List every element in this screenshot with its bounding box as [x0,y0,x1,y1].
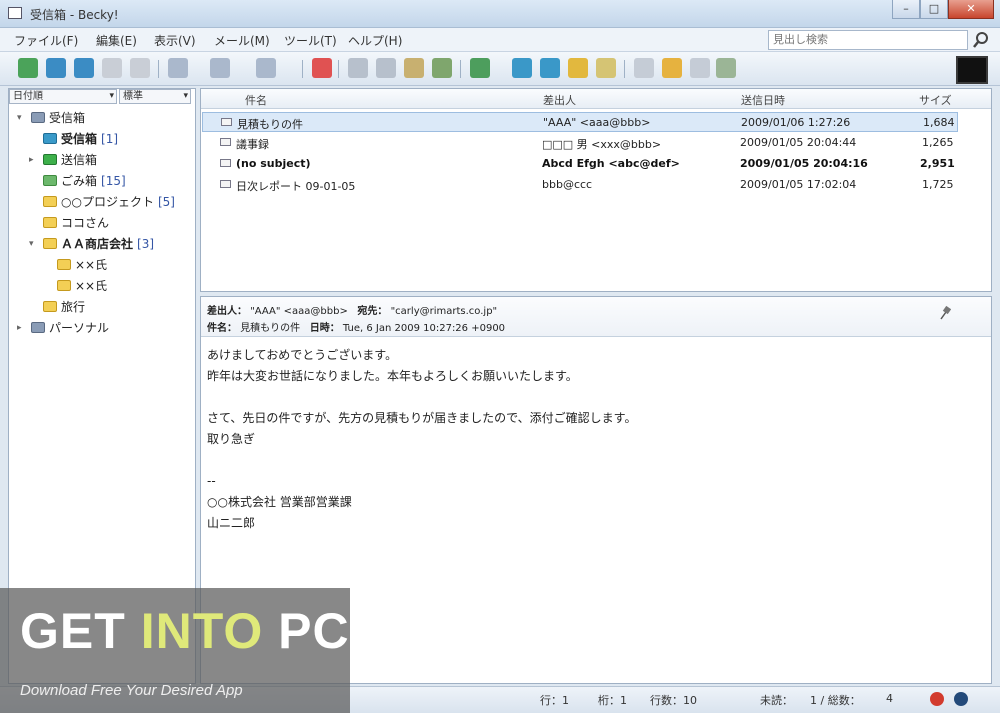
filter-icon[interactable] [432,58,452,78]
folder-icon [57,259,71,270]
watermark-subtitle: Download Free Your Desired App [20,682,243,699]
online-icon[interactable] [954,692,968,706]
send-icon[interactable] [74,58,94,78]
plugin-icon[interactable] [716,58,736,78]
reply-icon[interactable] [168,58,188,78]
status-line: 行：1 [540,694,569,707]
trash-icon [43,175,57,186]
watermark-title: GET INTO PC [20,603,350,659]
minimize-button[interactable]: – [892,0,920,19]
folder-root-mailbox[interactable]: ▾ 受信箱 [17,109,85,126]
envelope-icon [220,180,231,188]
status-col: 桁：1 [598,694,627,707]
calendar-icon[interactable] [690,58,710,78]
list-header: 件名 差出人 送信日時 サイズ [201,89,991,109]
list-view-icon[interactable] [634,58,654,78]
print-icon[interactable] [102,58,122,78]
alert-icon[interactable] [930,692,944,706]
menu-tools[interactable]: ツール(T) [284,32,337,49]
folder-inbox[interactable]: 受信箱 [1] [29,130,118,147]
app-icon [8,7,22,19]
window-controls: – □ ✕ [892,0,994,20]
address-book-icon[interactable] [512,58,532,78]
delete-icon[interactable] [312,58,332,78]
check-mail-icon[interactable] [18,58,38,78]
folder-icon [43,196,57,207]
col-size[interactable]: サイズ [919,92,952,108]
folder-outbox[interactable]: ▸ 送信箱 [29,151,97,168]
search-input[interactable]: 見出し検索 [768,30,968,50]
inbox-icon [43,133,57,144]
menu-help[interactable]: ヘルプ(H) [348,32,402,49]
folder-travel[interactable]: 旅行 [29,298,85,315]
app-logo-icon [956,56,988,84]
close-button[interactable]: ✕ [948,0,994,19]
status-lines: 行数：10 [650,694,697,707]
folder-company[interactable]: ▾ ＡＡ商店会社 [3] [29,235,154,252]
status-total: 4 [886,692,893,705]
envelope-icon [221,118,232,126]
folder-icon [43,301,57,312]
search-icon[interactable] [972,31,990,49]
table-row[interactable]: (no subject) Abcd Efgh <abc@def> 2009/01… [202,154,958,174]
watermark: GET INTO PC Download Free Your Desired A… [0,588,350,713]
header-subject-line: 件名： 見積もりの件 日時： Tue, 6 Jan 2009 10:27:26 … [207,323,506,334]
folder-sub-1[interactable]: ××氏 [43,256,107,273]
toolbar [0,52,1000,86]
menu-mail[interactable]: メール(M) [214,32,270,49]
status-unread-total: 1 / 総数： [810,694,861,707]
folder-icon [43,238,57,249]
title-bar: 受信箱 - Becky! – □ ✕ [0,0,1000,28]
menu-edit[interactable]: 編集(E) [96,32,137,49]
window-title: 受信箱 - Becky! [30,8,119,22]
reply-all-icon[interactable] [210,58,230,78]
mailbox-icon [31,112,45,123]
message-list: 件名 差出人 送信日時 サイズ 見積もりの件 "AAA" <aaa@bbb> 2… [200,88,992,292]
message-header: 差出人： "AAA" <aaa@bbb> 宛先： "carly@rimarts.… [201,297,991,337]
forward-icon[interactable] [256,58,276,78]
template-icon[interactable] [596,58,616,78]
menu-file[interactable]: ファイル(F) [14,32,78,49]
folder-trash[interactable]: ごみ箱 [15] [29,172,126,189]
group-icon[interactable] [540,58,560,78]
folder-icon [57,280,71,291]
folder-sub-2[interactable]: ××氏 [43,277,107,294]
maximize-button[interactable]: □ [920,0,948,19]
folder-icon [43,217,57,228]
col-subject[interactable]: 件名 [245,92,267,108]
folder-project[interactable]: ○○プロジェクト [5] [29,193,175,210]
col-date[interactable]: 送信日時 [741,92,785,108]
status-unread-label: 未読： [760,694,793,707]
folder-view-icon[interactable] [662,58,682,78]
menu-view[interactable]: 表示(V) [154,32,196,49]
save-icon[interactable] [130,58,150,78]
folder-selectors: 日付順 標準 [9,89,195,105]
copy-icon[interactable] [348,58,368,78]
envelope-icon [220,159,231,167]
col-from[interactable]: 差出人 [543,92,576,108]
folder-personal[interactable]: ▸ パーソナル [17,319,109,336]
header-from-line: 差出人： "AAA" <aaa@bbb> 宛先： "carly@rimarts.… [207,306,498,317]
folder-koko[interactable]: ココさん [29,214,109,231]
move-icon[interactable] [376,58,396,78]
envelope-icon [220,138,231,146]
message-body: あけましておめでとうございます。 昨年は大変お世話になりました。本年もよろしくお… [207,348,637,530]
pin-icon[interactable] [939,305,951,321]
table-row[interactable]: 議事録 □□□ 男 <xxx@bbb> 2009/01/05 20:04:44 … [202,133,958,153]
receive-icon[interactable] [46,58,66,78]
flag-icon[interactable] [470,58,490,78]
table-row[interactable]: 見積もりの件 "AAA" <aaa@bbb> 2009/01/06 1:27:2… [202,112,958,132]
note-icon[interactable] [568,58,588,78]
mailbox-icon [31,322,45,333]
edit-icon[interactable] [404,58,424,78]
table-row[interactable]: 日次レポート 09-01-05 bbb@ccc 2009/01/05 17:02… [202,175,958,195]
view-select[interactable]: 標準 [119,89,191,104]
sort-select[interactable]: 日付順 [9,89,117,104]
outbox-icon [43,154,57,165]
